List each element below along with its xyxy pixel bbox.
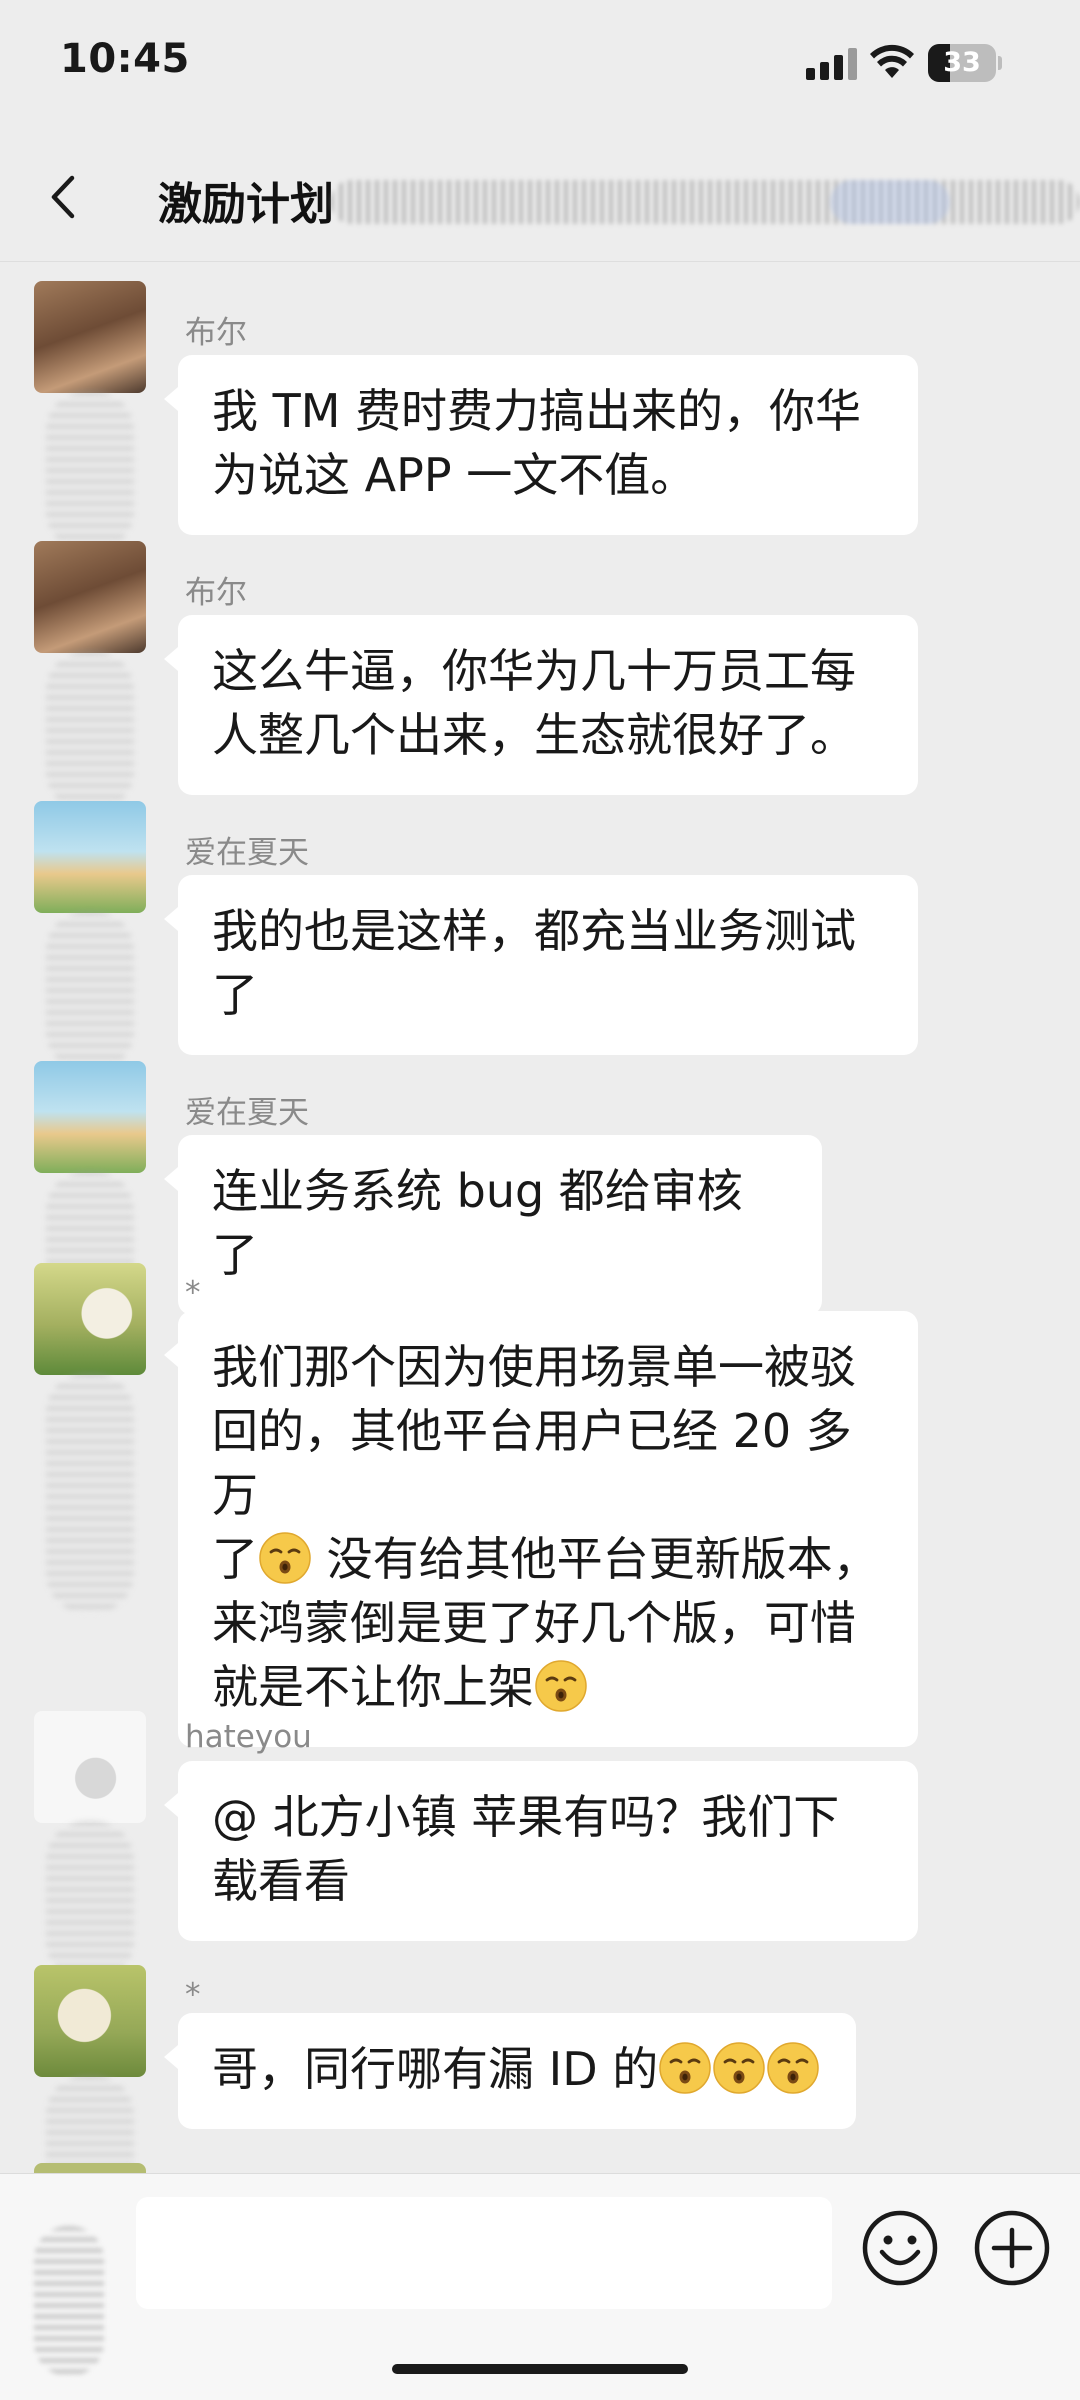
home-indicator xyxy=(392,2364,688,2374)
sender-name: 爱在夏天 xyxy=(185,835,309,871)
avatar[interactable] xyxy=(34,281,146,393)
status-time: 10:45 xyxy=(60,36,190,82)
avatar[interactable] xyxy=(34,1263,146,1375)
message-bubble[interactable]: 我们那个因为使用场景单一被驳 回的，其他平台用户已经 20 多万 了 没有给其他… xyxy=(164,1311,918,1747)
message-bubble[interactable]: 我的也是这样，都充当业务测试 了 xyxy=(164,875,918,1055)
message-text: 我 TM 费时费力搞出来的，你华 为说这 APP 一文不值。 xyxy=(212,384,862,502)
message-bubble[interactable]: 这么牛逼，你华为几十万员工每 人整几个出来，生态就很好了。 xyxy=(164,615,918,795)
message-bubble[interactable]: @ 北方小镇 苹果有吗？我们下 载看看 xyxy=(164,1761,918,1941)
signal-icon xyxy=(806,46,858,80)
redacted-title-region xyxy=(330,180,1080,224)
message-input[interactable] xyxy=(136,2197,832,2309)
kissing-face-icon xyxy=(258,1531,312,1585)
message-text: 我的也是这样，都充当业务测试 了 xyxy=(212,904,856,1022)
chat-screen: 10:45 33 激励计划 布尔 我 TM 费时费力搞出来的，你华 为说这 AP… xyxy=(0,0,1080,2400)
avatar[interactable] xyxy=(34,1061,146,1173)
message-bubble[interactable]: 我 TM 费时费力搞出来的，你华 为说这 APP 一文不值。 xyxy=(164,355,918,535)
message-text: 连业务系统 bug 都给审核了 xyxy=(212,1164,743,1282)
avatar[interactable] xyxy=(34,1965,146,2077)
chat-title: 激励计划 xyxy=(158,179,334,230)
sender-name: 布尔 xyxy=(185,575,247,611)
voice-icon xyxy=(34,2226,104,2376)
message-text: 这么牛逼，你华为几十万员工每 人整几个出来，生态就很好了。 xyxy=(212,644,856,762)
message-bubble[interactable]: 哥，同行哪有漏 ID 的 xyxy=(163,2013,857,2129)
kissing-face-icon xyxy=(658,2041,712,2095)
emoji-button[interactable] xyxy=(860,2208,940,2288)
message-bubble[interactable]: 连业务系统 bug 都给审核了 xyxy=(164,1135,822,1315)
message-list[interactable]: 布尔 我 TM 费时费力搞出来的，你华 为说这 APP 一文不值。 布尔 这么牛… xyxy=(0,263,1080,2173)
battery-level: 33 xyxy=(943,47,981,78)
plus-button[interactable] xyxy=(972,2208,1052,2288)
sender-name: 布尔 xyxy=(185,315,247,351)
sender-name: * xyxy=(185,1275,201,1311)
message-text: 哥，同行哪有漏 ID 的 xyxy=(212,2037,820,2101)
message-text: @ 北方小镇 苹果有吗？我们下 载看看 xyxy=(212,1790,840,1908)
avatar[interactable] xyxy=(34,1711,146,1823)
sender-name: 爱在夏天 xyxy=(185,1095,309,1131)
avatar[interactable] xyxy=(34,2163,146,2173)
sender-name: hateyou xyxy=(185,1719,312,1755)
avatar[interactable] xyxy=(34,801,146,913)
plus-icon xyxy=(974,2210,1050,2286)
message-text: 我们那个因为使用场景单一被驳 回的，其他平台用户已经 20 多万 了 没有给其他… xyxy=(212,1340,879,1714)
kissing-face-icon xyxy=(766,2041,820,2095)
sender-name: * xyxy=(185,1977,201,2013)
wifi-icon xyxy=(868,42,916,80)
kissing-face-icon xyxy=(712,2041,766,2095)
status-bar: 10:45 33 xyxy=(0,0,1080,130)
voice-button[interactable] xyxy=(24,2226,114,2376)
back-button[interactable] xyxy=(28,156,98,236)
avatar[interactable] xyxy=(34,541,146,653)
battery-icon: 33 xyxy=(928,44,1002,82)
emoji-icon xyxy=(862,2210,938,2286)
nav-bar: 激励计划 xyxy=(0,130,1080,262)
chevron-left-icon xyxy=(51,175,75,219)
kissing-face-icon xyxy=(534,1659,588,1713)
